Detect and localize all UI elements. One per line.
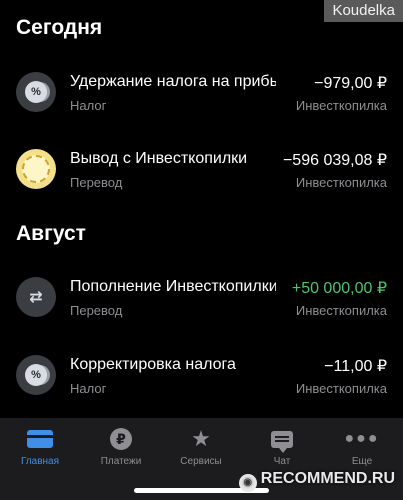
chat-icon <box>242 426 322 453</box>
transaction-amount: −11,00 ₽ <box>318 356 387 376</box>
transaction-account: Инвесткопилка <box>295 175 387 190</box>
transaction-account: Инвесткопилка <box>295 303 387 318</box>
tab-label: Платежи <box>100 456 142 467</box>
transaction-account: Инвесткопилка <box>295 381 387 396</box>
transaction-category: Перевод <box>70 303 123 318</box>
transaction-amount: −979,00 ₽ <box>308 73 387 93</box>
transaction-category: Налог <box>70 381 107 396</box>
card-icon <box>0 426 80 452</box>
tab-label: Чат <box>273 456 291 467</box>
more-dots-icon: ●●● <box>344 430 380 447</box>
transaction-amount: −596 039,08 ₽ <box>276 150 387 170</box>
tab-more[interactable]: ●●● Еще <box>322 426 402 467</box>
transaction-title: Пополнение Инвесткопилки <box>70 278 276 295</box>
transaction-account: Инвесткопилка <box>295 98 387 113</box>
transaction-title: Корректировка налога <box>70 356 236 373</box>
tax-percent-icon: % <box>16 72 56 112</box>
transaction-row[interactable]: % Корректировка налога −11,00 ₽ Налог Ин… <box>0 348 403 418</box>
watermark-koudelka: Koudelka <box>324 0 403 22</box>
watermark-recommend: ◉ RECOMMEND.RU <box>238 470 395 492</box>
section-title-august: Август <box>16 222 86 245</box>
transfer-arrows-icon: ⇄ <box>16 277 56 317</box>
transaction-title: Удержание налога на прибыль <box>70 73 276 90</box>
transaction-category: Перевод <box>70 175 123 190</box>
transaction-row[interactable]: Вывод с Инвесткопилки −596 039,08 ₽ Пере… <box>0 142 403 212</box>
tab-payments[interactable]: ₽ Платежи <box>81 426 161 467</box>
coin-gold-icon <box>16 149 56 189</box>
tax-percent-icon: % <box>16 355 56 395</box>
tab-label: Сервисы <box>180 456 222 467</box>
transaction-title: Вывод с Инвесткопилки <box>70 150 248 167</box>
transaction-row[interactable]: ⇄ Пополнение Инвесткопилки +50 000,00 ₽ … <box>0 270 403 340</box>
transaction-amount: +50 000,00 ₽ <box>285 278 387 298</box>
transaction-category: Налог <box>70 98 107 113</box>
star-icon: ★ <box>191 426 211 451</box>
recommend-logo-icon: ◉ <box>238 474 257 492</box>
tab-label: Еще <box>351 456 373 467</box>
tab-chat[interactable]: Чат <box>242 426 322 467</box>
transaction-row[interactable]: % Удержание налога на прибыль −979,00 ₽ … <box>0 65 403 135</box>
tab-label: Главная <box>20 456 60 467</box>
tab-services[interactable]: ★ Сервисы <box>161 426 241 467</box>
tab-home[interactable]: Главная <box>0 426 80 467</box>
section-title-today: Сегодня <box>16 16 103 39</box>
ruble-icon: ₽ <box>81 426 161 452</box>
